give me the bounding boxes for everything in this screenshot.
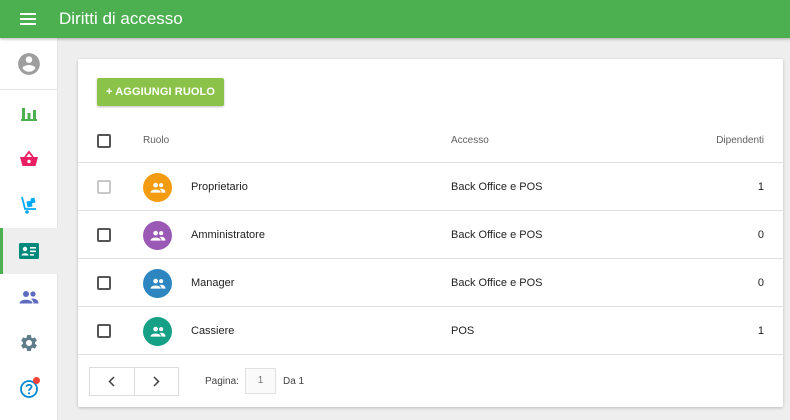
pagination-controls: [89, 367, 179, 396]
role-avatar: [143, 269, 172, 298]
sidebar-item-reports[interactable]: [0, 90, 58, 136]
previous-page-button[interactable]: [90, 368, 134, 395]
column-header-role[interactable]: Ruolo: [143, 119, 169, 163]
select-all-checkbox[interactable]: [97, 134, 111, 148]
column-header-employees[interactable]: Dipendenti: [716, 119, 764, 163]
bar-chart-icon: [21, 108, 37, 121]
table-row[interactable]: Proprietario Back Office e POS 1: [78, 163, 783, 211]
sidebar-item-employees[interactable]: [0, 228, 58, 274]
table-header: Ruolo Accesso Dipendenti: [78, 119, 783, 163]
row-checkbox[interactable]: [97, 276, 111, 290]
role-access: Back Office e POS: [451, 277, 543, 289]
page-label: Pagina:: [205, 376, 239, 387]
role-name: Manager: [191, 277, 235, 289]
total-pages-label: Da 1: [283, 376, 305, 387]
customers-icon: [19, 291, 39, 304]
shopping-basket-icon: [20, 150, 38, 166]
top-app-bar: Diritti di accesso: [0, 0, 790, 38]
row-checkbox: [97, 180, 111, 194]
role-name: Proprietario: [191, 181, 248, 193]
chevron-right-icon: [153, 376, 160, 387]
sidebar-item-account[interactable]: [0, 38, 58, 90]
sidebar: [0, 38, 58, 420]
sidebar-item-sales[interactable]: [0, 136, 58, 182]
table-row[interactable]: Amministratore Back Office e POS 0: [78, 211, 783, 259]
sidebar-item-settings[interactable]: [0, 320, 58, 366]
table-row[interactable]: Cassiere POS 1: [78, 307, 783, 355]
menu-button[interactable]: [0, 0, 56, 38]
role-avatar: [143, 221, 172, 250]
table-row[interactable]: Manager Back Office e POS 0: [78, 259, 783, 307]
sidebar-item-customers[interactable]: [0, 274, 58, 320]
role-name: Cassiere: [191, 325, 235, 337]
notification-badge: [33, 377, 40, 384]
chevron-left-icon: [108, 376, 116, 387]
page-title: Diritti di accesso: [59, 9, 183, 28]
role-employee-count: 1: [757, 325, 764, 337]
role-access: POS: [451, 325, 475, 337]
row-checkbox[interactable]: [97, 228, 111, 242]
role-avatar: [143, 317, 172, 346]
sidebar-item-inventory[interactable]: [0, 182, 58, 228]
settings-icon: [21, 334, 37, 351]
group-icon: [150, 326, 165, 337]
sidebar-item-help[interactable]: [0, 366, 58, 412]
inventory-cart-icon: [21, 196, 36, 214]
employee-badge-icon: [19, 243, 39, 259]
role-employee-count: 0: [757, 277, 764, 289]
group-icon: [150, 230, 165, 241]
group-icon: [150, 278, 165, 289]
role-employee-count: 0: [757, 229, 764, 241]
hamburger-menu-icon: [20, 13, 36, 25]
roles-card: + AGGIUNGI RUOLO Ruolo Accesso Dipendent…: [78, 59, 783, 407]
account-circle-icon: [18, 52, 40, 75]
group-icon: [150, 182, 165, 193]
page-number-input[interactable]: 1: [245, 368, 276, 394]
column-header-access[interactable]: Accesso: [451, 119, 489, 163]
role-access: Back Office e POS: [451, 181, 543, 193]
role-avatar: [143, 173, 172, 202]
next-page-button[interactable]: [133, 368, 178, 395]
role-employee-count: 1: [757, 181, 764, 193]
role-name: Amministratore: [191, 229, 265, 241]
role-access: Back Office e POS: [451, 229, 543, 241]
add-role-button[interactable]: + AGGIUNGI RUOLO: [97, 78, 224, 106]
row-checkbox[interactable]: [97, 324, 111, 338]
